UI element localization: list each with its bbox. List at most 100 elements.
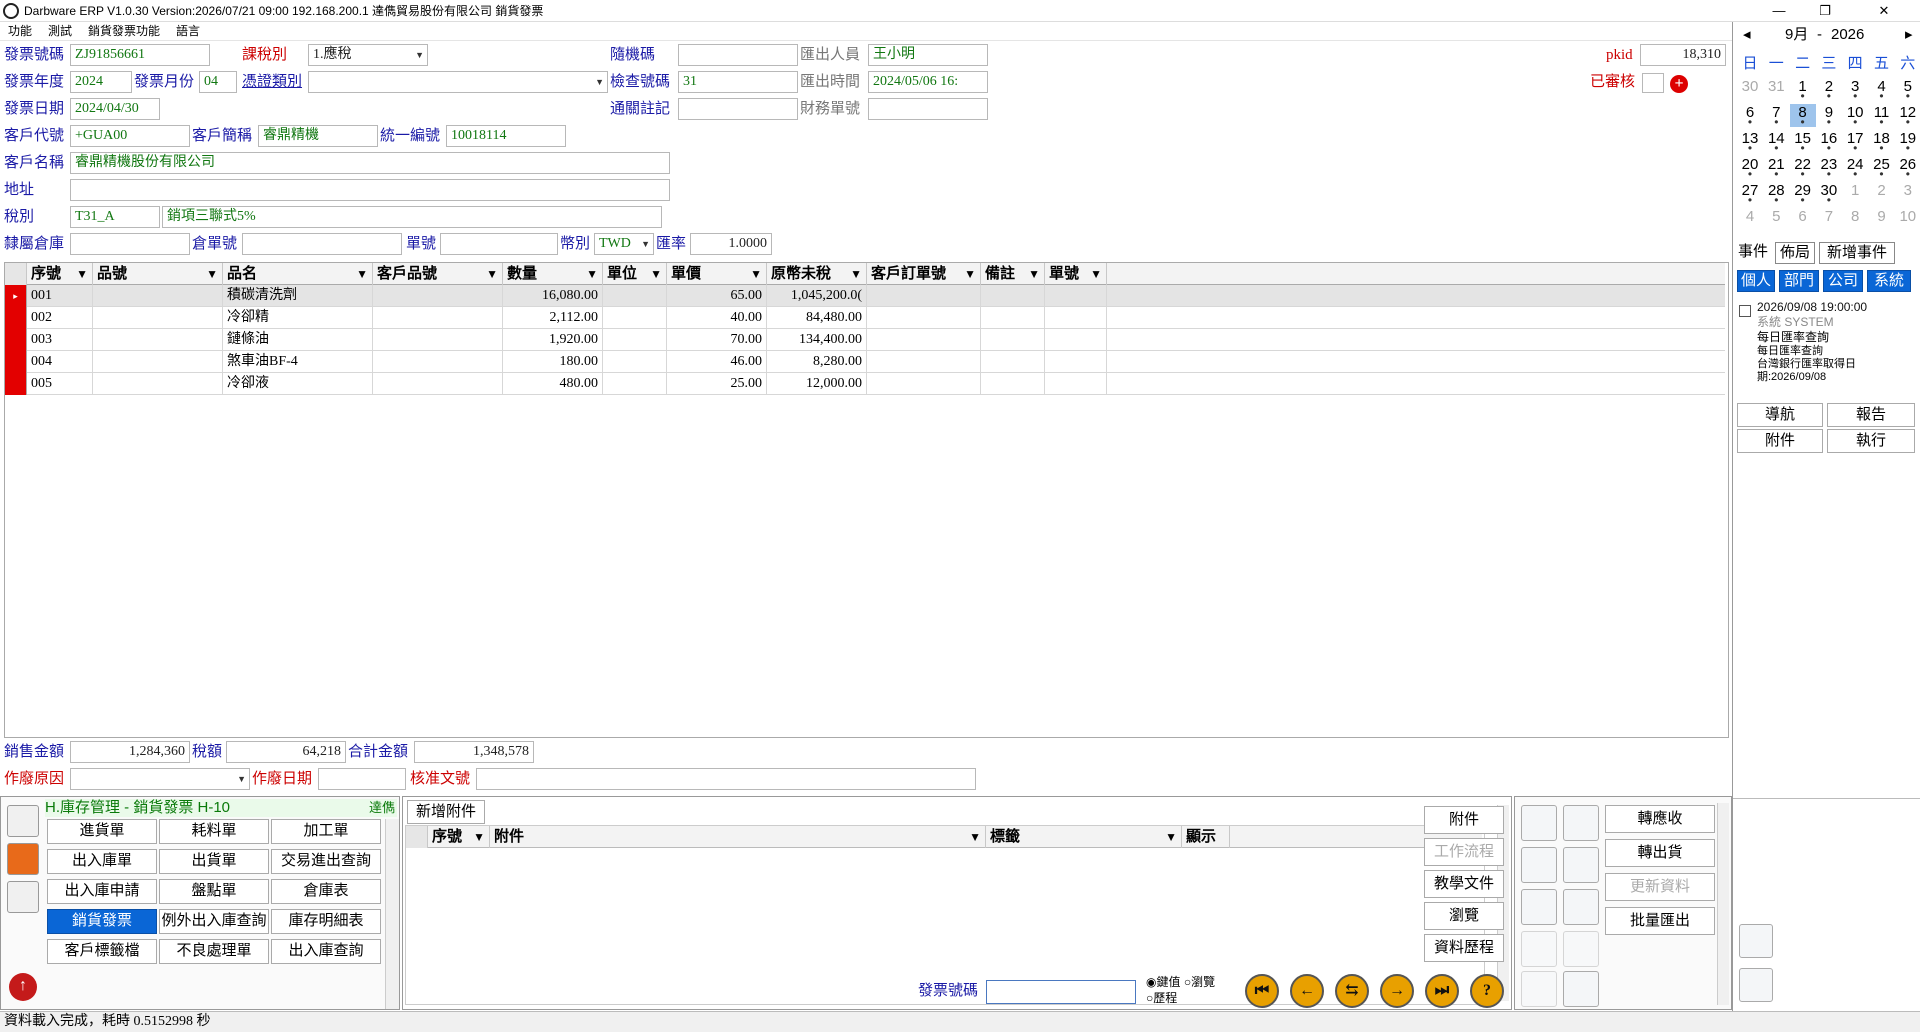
calendar-day[interactable]: 4 • (1869, 78, 1895, 102)
radio-key-icon[interactable]: ◉ (1146, 975, 1156, 989)
attachment-button[interactable]: 附件 (1424, 806, 1504, 834)
table-row[interactable]: 002 冷卻精 2,112.00 40.00 84,480.00 (5, 307, 1725, 329)
calendar-day[interactable]: 7 • (1763, 104, 1789, 128)
month-field[interactable]: 04 (199, 71, 237, 93)
calendar-day[interactable]: 6 (1790, 208, 1816, 225)
calendar-day[interactable]: 27 • (1737, 182, 1763, 206)
navigate-button[interactable]: 導航 (1737, 403, 1823, 427)
calendar-day[interactable]: 29 • (1790, 182, 1816, 206)
calendar-day[interactable]: 28 • (1763, 182, 1789, 206)
invoice-no-field[interactable]: ZJ91856661 (70, 44, 210, 66)
finance-no-field[interactable] (868, 98, 988, 120)
table-cell[interactable] (867, 351, 981, 373)
to-shipment-button[interactable]: 轉出貨 (1605, 839, 1715, 867)
module-button[interactable]: 銷貨發票 (47, 909, 157, 934)
table-cell[interactable] (603, 307, 667, 329)
table-cell[interactable]: 40.00 (667, 307, 767, 329)
cust-name-field[interactable]: 睿鼎精機股份有限公司 (70, 152, 670, 174)
tax-cat-code-field[interactable]: T31_A (70, 206, 160, 228)
table-cell[interactable] (981, 329, 1045, 351)
filter-icon[interactable]: ▼ (356, 263, 368, 285)
table-cell[interactable]: 001 (27, 285, 93, 307)
table-cell[interactable] (93, 329, 223, 351)
table-cell[interactable] (93, 307, 223, 329)
prev-month-icon[interactable]: ◂ (1743, 24, 1751, 46)
row-indicator[interactable] (5, 307, 27, 329)
up-arrow-icon[interactable]: ↑ (9, 973, 37, 1001)
table-cell[interactable]: 25.00 (667, 373, 767, 395)
filter-icon[interactable]: ▼ (486, 263, 498, 285)
calendar-day[interactable]: 9 (1869, 208, 1895, 225)
flower-icon[interactable] (7, 843, 39, 875)
table-cell[interactable] (603, 329, 667, 351)
module-button[interactable]: 加工單 (271, 819, 381, 844)
void-date-field[interactable] (318, 768, 406, 790)
table-cell[interactable] (981, 351, 1045, 373)
search-invoice-input[interactable] (986, 980, 1136, 1004)
menu-invoice-functions[interactable]: 銷貨發票功能 (80, 22, 168, 41)
module-button[interactable]: 出入庫查詢 (271, 939, 381, 964)
table-cell[interactable]: 1,045,200.0( (767, 285, 867, 307)
table-cell[interactable]: 46.00 (667, 351, 767, 373)
table-row[interactable]: 003 鏈條油 1,920.00 70.00 134,400.00 (5, 329, 1725, 351)
table-row[interactable]: ▸ 001 積碳清洗劑 16,080.00 65.00 1,045,200.0( (5, 285, 1725, 307)
history-doc-icon[interactable] (1563, 805, 1599, 841)
calendar-day[interactable]: 8 • (1789, 104, 1816, 128)
batch-export-button[interactable]: 批量匯出 (1605, 907, 1715, 935)
filter-icon[interactable]: ▼ (1165, 826, 1177, 848)
table-cell[interactable]: 煞車油BF-4 (223, 351, 373, 373)
filter-icon[interactable]: ▼ (473, 826, 485, 848)
filter-icon[interactable]: ▼ (206, 263, 218, 285)
menu-language[interactable]: 語言 (168, 22, 208, 41)
address-field[interactable] (70, 179, 670, 201)
table-cell[interactable] (373, 351, 503, 373)
warehouse-field[interactable] (70, 233, 190, 255)
tutorial-button[interactable]: 教學文件 (1424, 870, 1504, 898)
filter-icon[interactable]: ▼ (76, 263, 88, 285)
calendar-day[interactable]: 3 • (1842, 78, 1868, 102)
year-field[interactable]: 2024 (70, 71, 132, 93)
calendar-day[interactable]: 21 • (1763, 156, 1789, 180)
calendar-day[interactable]: 23 • (1816, 156, 1842, 180)
table-cell[interactable] (93, 351, 223, 373)
table-cell[interactable] (1045, 285, 1107, 307)
calendar-day[interactable]: 16 • (1816, 130, 1842, 154)
report-button[interactable]: 報告 (1827, 403, 1915, 427)
calendar-day[interactable]: 22 • (1790, 156, 1816, 180)
table-cell[interactable]: 12,000.00 (767, 373, 867, 395)
toolbar-scrollbar[interactable] (1717, 803, 1729, 1005)
menu-test[interactable]: 測試 (40, 22, 80, 41)
filter-icon[interactable]: ▼ (650, 263, 662, 285)
filter-icon[interactable]: ▼ (1028, 263, 1040, 285)
calendar-day[interactable]: 24 • (1842, 156, 1868, 180)
doc-no-field[interactable] (440, 233, 558, 255)
export-time-field[interactable]: 2024/05/06 16: (868, 71, 988, 93)
table-cell[interactable] (981, 307, 1045, 329)
prev-record-icon[interactable]: ← (1290, 974, 1324, 1008)
radio-browse-icon[interactable]: ○ (1184, 975, 1191, 989)
module-button[interactable]: 交易進出查詢 (271, 849, 381, 874)
col-seq[interactable]: 序號 ▼ (27, 263, 93, 285)
calendar-day[interactable]: 13 • (1737, 130, 1763, 154)
reviewed-checkbox[interactable] (1642, 73, 1664, 93)
close-icon[interactable]: ✕ (1848, 0, 1920, 22)
export-person-field[interactable]: 王小明 (868, 44, 988, 66)
attach-col-tag[interactable]: 標籤 ▼ (986, 826, 1182, 848)
refresh-icon[interactable]: ⇆ (1335, 974, 1369, 1008)
table-cell[interactable] (373, 285, 503, 307)
void-reason-select[interactable]: ▼ (70, 768, 250, 790)
table-cell[interactable] (373, 373, 503, 395)
module-button[interactable]: 盤點單 (159, 879, 269, 904)
module-button[interactable]: 進貨單 (47, 819, 157, 844)
filter-icon[interactable]: ▼ (850, 263, 862, 285)
notes-icon[interactable] (7, 805, 39, 837)
next-month-icon[interactable]: ▸ (1905, 24, 1913, 46)
table-cell[interactable]: 002 (27, 307, 93, 329)
col-remark[interactable]: 備註 ▼ (981, 263, 1045, 285)
date-field[interactable]: 2024/04/30 (70, 98, 160, 120)
random-code-field[interactable] (678, 44, 798, 66)
col-amount[interactable]: 原幣未稅 ▼ (767, 263, 867, 285)
attach-col-seq[interactable]: 序號 ▼ (428, 826, 490, 848)
add-circle-icon[interactable]: + (1670, 75, 1688, 93)
row-indicator[interactable] (5, 329, 27, 351)
